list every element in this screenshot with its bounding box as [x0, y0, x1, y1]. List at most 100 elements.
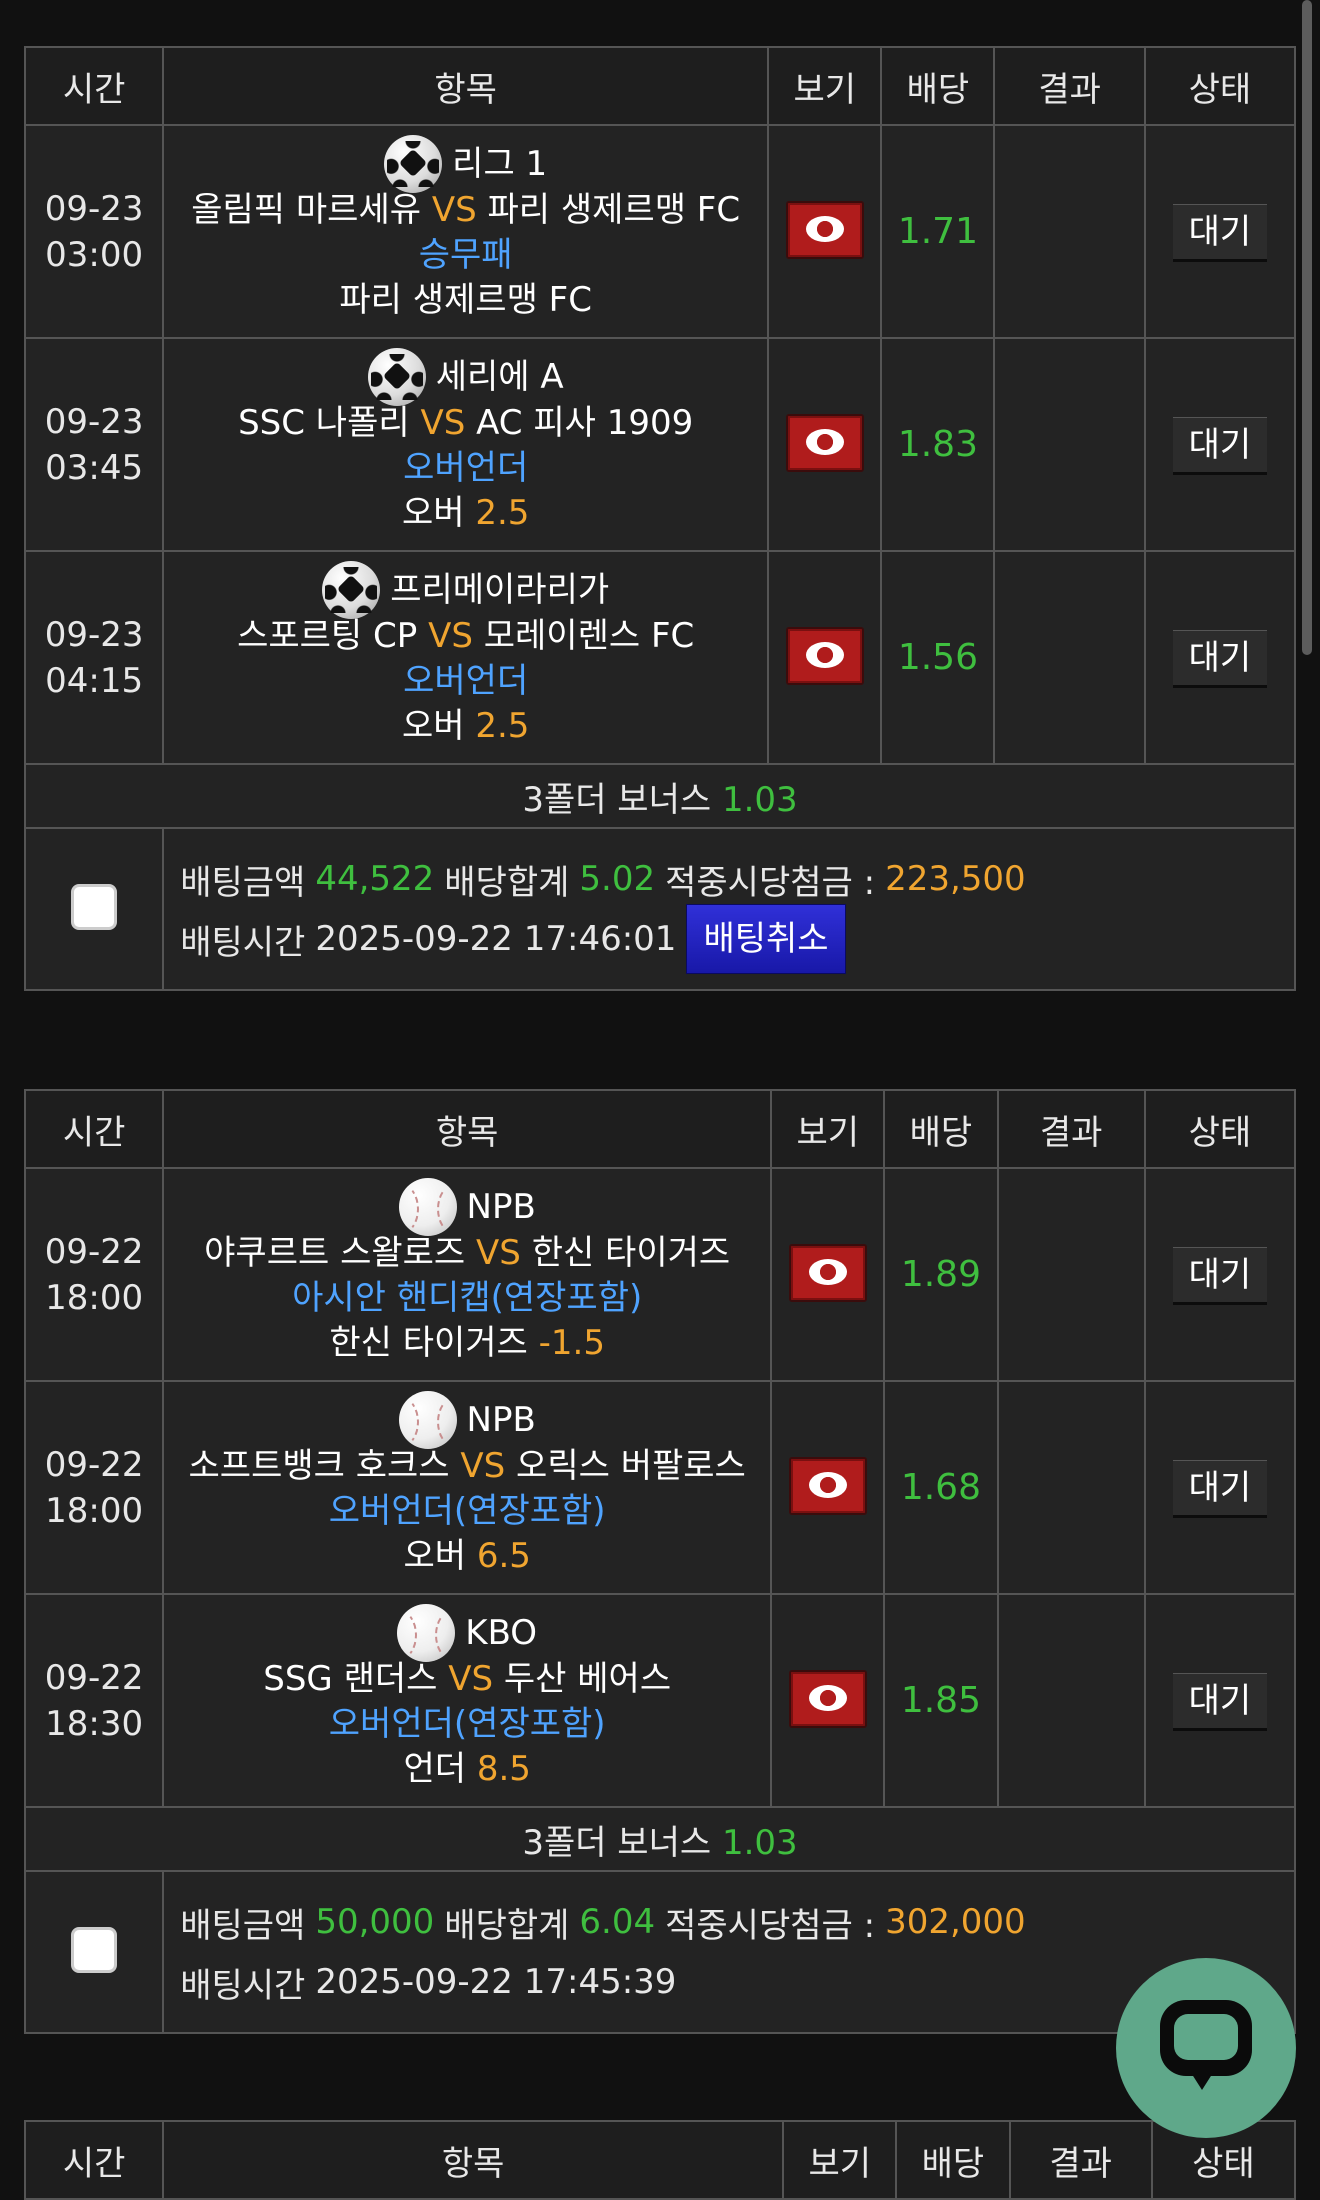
game-row: 09-23 03:45 세리에 A SSC 나폴리 VS AC 피사 1909 오버언더… [23, 337, 1297, 552]
summary-line: 배팅금액 50,000 배당합계 6.04 적중시당첨금 :302,000 [180, 1892, 1294, 1952]
league-name: NPB [466, 1399, 536, 1440]
baseball-icon [398, 1178, 457, 1236]
cancel-bet-button[interactable]: 배팅취소 [686, 904, 846, 974]
status-badge: 대기 [1172, 630, 1267, 685]
away-team: 오릭스 버팔로스 [516, 1446, 746, 1486]
matchup: 소프트뱅크 호크스 VS 오릭스 버팔로스 [164, 1444, 770, 1489]
view-cell [770, 1593, 886, 1808]
bet-amount: 50,000 [315, 1902, 435, 1942]
league-line: NPB [164, 1391, 770, 1449]
odds-value: 1.71 [897, 211, 978, 252]
game-item-cell: NPB 야쿠르트 스왈로즈 VS 한신 타이거즈 아시안 핸디캡(연장포함) 한신 타… [162, 1167, 773, 1382]
bonus-label: 3폴더 보너스 [522, 779, 712, 820]
total-odds-label: 배당합계 [444, 862, 570, 903]
header-view: 보기 [767, 46, 883, 126]
soccer-ball-icon [322, 561, 381, 619]
odds-value: 1.68 [900, 1467, 981, 1508]
away-team: AC 피사 1909 [476, 403, 694, 443]
view-button[interactable] [785, 413, 864, 472]
select-cell [23, 827, 165, 991]
view-button[interactable] [785, 200, 864, 259]
header-odds: 배당 [883, 1089, 999, 1169]
status-cell: 대기 [1143, 337, 1297, 552]
odds-cell: 1.89 [883, 1167, 999, 1382]
view-cell [767, 337, 883, 552]
game-time-cell: 09-22 18:30 [23, 1593, 165, 1808]
matchup: SSC 나폴리 VS AC 피사 1909 [164, 401, 767, 446]
scrollbar[interactable] [1302, 0, 1312, 655]
pick-line-value: 6.5 [476, 1536, 531, 1576]
game-date: 09-23 [44, 188, 144, 229]
league-name: 프리메이라리가 [390, 569, 610, 610]
view-button[interactable] [788, 1669, 867, 1728]
home-team: SSG 랜더스 [263, 1659, 438, 1699]
pick-selection: 한신 타이거즈 [329, 1323, 528, 1363]
away-team: 모레이렌스 FC [483, 616, 695, 656]
view-button[interactable] [788, 1243, 867, 1302]
vs-label: VS [448, 1659, 494, 1699]
bet-time-label: 배팅시간 [180, 922, 306, 963]
market-type: 오버언더(연장포함) [328, 1704, 606, 1744]
bet-time: 2025-09-22 17:45:39 [315, 1962, 677, 2002]
summary-row: 배팅금액 50,000 배당합계 6.04 적중시당첨금 :302,000 배팅시간 202… [23, 1870, 1296, 2034]
header-time: 시간 [23, 2120, 165, 2200]
game-item-cell: KBO SSG 랜더스 VS 두산 베어스 오버언더(연장포함) 언더 8.5 [162, 1593, 773, 1808]
bonus-value: 1.03 [721, 779, 798, 820]
game-row: 09-22 18:00 NPB 야쿠르트 스왈로즈 VS 한신 타이거즈 아시안 핸디캡… [23, 1167, 1297, 1382]
bet-time-label: 배팅시간 [180, 1965, 306, 2006]
home-team: 올림픽 마르세유 [191, 190, 422, 230]
bet-slip: 시간 항목 보기 배당 결과 상태 09-23 03:00 리그 1 올림픽 마르세유 VS 파리… [23, 46, 1297, 991]
away-team: 파리 생제르맹 FC [487, 190, 741, 230]
home-team: SSC 나폴리 [238, 403, 410, 443]
game-date: 09-22 [44, 1231, 144, 1272]
game-time: 18:00 [45, 1277, 144, 1318]
view-button[interactable] [788, 1456, 867, 1515]
game-row: 09-22 18:30 KBO SSG 랜더스 VS 두산 베어스 오버언더(연장포함)… [23, 1593, 1297, 1808]
view-cell [770, 1167, 886, 1382]
baseball-icon [397, 1604, 456, 1662]
chat-button[interactable] [1116, 1958, 1296, 2138]
view-button[interactable] [785, 626, 864, 685]
status-badge: 대기 [1172, 1460, 1267, 1515]
odds-value: 1.56 [897, 637, 978, 678]
header-odds: 배당 [895, 2120, 1011, 2200]
vs-label: VS [420, 403, 466, 443]
game-time-cell: 09-22 18:00 [23, 1167, 165, 1382]
summary-cell: 배팅금액 44,522 배당합계 5.02 적중시당첨금 :223,500 배팅시간 202… [162, 827, 1296, 991]
odds-cell: 1.71 [880, 124, 996, 339]
away-team: 두산 베어스 [503, 1659, 672, 1699]
payout-label: 적중시당첨금 : [665, 862, 876, 903]
bonus-row: 3폴더 보너스 1.03 [24, 1806, 1296, 1872]
eye-icon [808, 1258, 847, 1285]
game-row: 09-22 18:00 NPB 소프트뱅크 호크스 VS 오릭스 버팔로스 오버언더(연… [23, 1380, 1297, 1595]
odds-cell: 1.68 [883, 1380, 999, 1595]
header-view: 보기 [770, 1089, 886, 1169]
league-name: 세리에 A [435, 356, 564, 397]
game-time-cell: 09-23 04:15 [23, 550, 165, 765]
select-checkbox[interactable] [71, 884, 118, 930]
result-cell [993, 124, 1146, 339]
pick-line-value: 8.5 [476, 1749, 531, 1789]
market-type: 아시안 핸디캡(연장포함) [292, 1278, 643, 1318]
pick-selection: 오버 [401, 706, 465, 746]
select-checkbox[interactable] [71, 1927, 118, 1973]
game-item-cell: NPB 소프트뱅크 호크스 VS 오릭스 버팔로스 오버언더(연장포함) 오버 6.5 [162, 1380, 773, 1595]
baseball-icon [398, 1391, 457, 1449]
header-item: 항목 [162, 46, 770, 126]
status-cell: 대기 [1143, 124, 1297, 339]
matchup: 스포르팅 CP VS 모레이렌스 FC [164, 614, 767, 659]
header-time: 시간 [23, 46, 165, 126]
header-time: 시간 [23, 1089, 165, 1169]
header-view: 보기 [782, 2120, 898, 2200]
vs-label: VS [460, 1446, 506, 1486]
view-cell [767, 124, 883, 339]
game-item-cell: 세리에 A SSC 나폴리 VS AC 피사 1909 오버언더 오버 2.5 [162, 337, 770, 552]
status-cell: 대기 [1143, 1380, 1297, 1595]
game-time: 04:15 [45, 660, 144, 701]
view-cell [767, 550, 883, 765]
home-team: 소프트뱅크 호크스 [188, 1446, 450, 1486]
odds-value: 1.83 [897, 424, 978, 465]
league-line: KBO [164, 1604, 770, 1662]
chat-bubble-icon [1160, 2000, 1252, 2090]
matchup: SSG 랜더스 VS 두산 베어스 [164, 1657, 770, 1702]
